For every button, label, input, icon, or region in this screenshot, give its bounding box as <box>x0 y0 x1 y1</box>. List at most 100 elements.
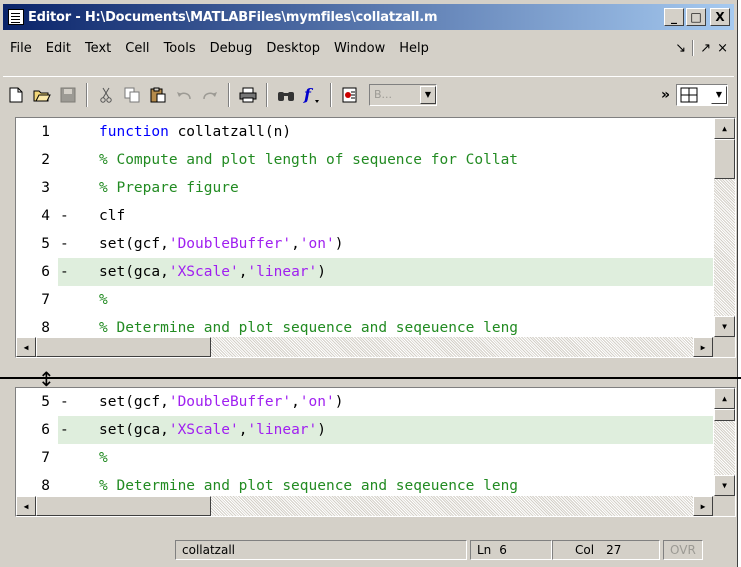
breakpoint-marker[interactable]: - <box>60 202 69 230</box>
scroll-left-button[interactable]: ◀ <box>16 337 36 357</box>
undo-icon[interactable] <box>171 82 197 108</box>
scroll-down-button[interactable]: ▼ <box>714 316 735 337</box>
breakpoint-marker[interactable]: - <box>60 258 69 286</box>
code-line[interactable]: 6- set(gca,'XScale','linear') <box>16 258 713 286</box>
code-token: ) <box>334 236 344 252</box>
code-line[interactable]: 7% <box>16 444 713 472</box>
scroll-down-button[interactable]: ▼ <box>714 475 735 496</box>
vertical-scrollbar[interactable]: ▲ ▼ <box>714 118 735 337</box>
menu-cell[interactable]: Cell <box>118 41 156 56</box>
code-lines[interactable]: 5- set(gcf,'DoubleBuffer','on') 6- set(gca,… <box>16 388 713 496</box>
code-token: 'linear' <box>247 264 318 280</box>
scroll-thumb[interactable] <box>36 496 211 516</box>
scroll-right-button[interactable]: ▶ <box>693 337 713 357</box>
horizontal-scrollbar[interactable]: ◀ ▶ <box>16 337 713 357</box>
open-icon[interactable] <box>29 82 55 108</box>
line-number: 8 <box>41 478 50 494</box>
toolbar-overflow[interactable]: » <box>661 87 670 103</box>
chevron-down-icon[interactable]: ▼ <box>711 85 727 104</box>
code-line[interactable]: 6- set(gca,'XScale','linear') <box>16 416 713 444</box>
menu-debug[interactable]: Debug <box>203 41 260 56</box>
code-text[interactable]: clf <box>99 202 125 230</box>
menu-edit[interactable]: Edit <box>39 41 78 56</box>
code-text[interactable]: % Compute and plot length of sequence fo… <box>99 146 518 174</box>
line-number: 2 <box>41 152 50 168</box>
new-file-icon[interactable] <box>3 82 29 108</box>
title-bar[interactable]: Editor - H:\Documents\MATLABFiles\mymfil… <box>3 4 734 30</box>
code-text[interactable]: set(gcf,'DoubleBuffer','on') <box>99 230 343 258</box>
menu-desktop[interactable]: Desktop <box>259 41 327 56</box>
editor-app-icon[interactable] <box>8 9 24 25</box>
print-icon[interactable] <box>235 82 261 108</box>
scroll-up-button[interactable]: ▲ <box>714 118 735 139</box>
copy-icon[interactable] <box>119 82 145 108</box>
menu-file[interactable]: File <box>3 41 39 56</box>
menu-tools[interactable]: Tools <box>157 41 203 56</box>
code-text[interactable]: % <box>99 286 108 314</box>
stack-combo[interactable]: B... ▼ <box>369 83 437 106</box>
breakpoint-marker[interactable]: - <box>60 416 69 444</box>
paste-icon[interactable] <box>145 82 171 108</box>
undock-arrow-icon[interactable]: ↗ <box>700 41 711 56</box>
close-button[interactable]: X <box>710 8 730 26</box>
code-line[interactable]: 2 % Compute and plot length of sequence f… <box>16 146 713 174</box>
line-number: 3 <box>41 180 50 196</box>
code-text[interactable]: set(gcf,'DoubleBuffer','on') <box>99 388 343 416</box>
status-line: Ln 6 <box>470 540 552 560</box>
menu-text[interactable]: Text <box>78 41 118 56</box>
find-icon[interactable] <box>273 82 299 108</box>
save-icon[interactable] <box>55 82 81 108</box>
breakpoint-icon[interactable] <box>337 82 363 108</box>
code-line[interactable]: 4- clf <box>16 202 713 230</box>
scroll-left-button[interactable]: ◀ <box>16 496 36 516</box>
menu-window[interactable]: Window <box>327 41 392 56</box>
close-document-icon[interactable]: × <box>717 41 728 56</box>
code-line[interactable]: 5- set(gcf,'DoubleBuffer','on') <box>16 230 713 258</box>
dock-arrow-icon[interactable]: ↘ <box>675 41 686 56</box>
vertical-scrollbar[interactable]: ▲ ▼ <box>714 388 735 496</box>
scroll-corner <box>713 337 735 357</box>
line-number: 5 <box>41 236 50 252</box>
redo-icon[interactable] <box>197 82 223 108</box>
cut-icon[interactable] <box>93 82 119 108</box>
code-token: ) <box>317 264 326 280</box>
code-line[interactable]: 8 % Determine and plot sequence and seqeu… <box>16 472 713 496</box>
scroll-thumb[interactable] <box>36 337 211 357</box>
code-line[interactable]: 7% <box>16 286 713 314</box>
status-overwrite: OVR <box>663 540 703 560</box>
line-value: 6 <box>499 543 507 557</box>
menu-help[interactable]: Help <box>392 41 436 56</box>
status-column: Col 27 <box>552 540 660 560</box>
code-text[interactable]: function collatzall(n) <box>99 118 291 146</box>
layout-selector[interactable]: ▼ <box>676 83 728 106</box>
code-text[interactable]: % Prepare figure <box>99 174 239 202</box>
code-line[interactable]: 3 % Prepare figure <box>16 174 713 202</box>
code-lines[interactable]: 1 function collatzall(n) 2 % Compute and pl… <box>16 118 713 337</box>
code-text[interactable]: set(gca,'XScale','linear') <box>99 258 326 286</box>
editor-pane-bottom[interactable]: 5- set(gcf,'DoubleBuffer','on') 6- set(gca,… <box>15 387 736 517</box>
scroll-thumb[interactable] <box>714 139 735 179</box>
split-divider[interactable] <box>0 377 741 379</box>
code-line[interactable]: 5- set(gcf,'DoubleBuffer','on') <box>16 388 713 416</box>
minimize-button[interactable]: _ <box>664 8 684 26</box>
chevron-down-icon[interactable]: ▼ <box>420 85 436 104</box>
scroll-up-button[interactable]: ▲ <box>714 388 735 409</box>
line-number: 6 <box>41 422 50 438</box>
breakpoint-marker[interactable]: - <box>60 388 69 416</box>
code-line[interactable]: 8 % Determine and plot sequence and seqeu… <box>16 314 713 337</box>
breakpoint-marker[interactable]: - <box>60 230 69 258</box>
function-icon[interactable]: f <box>299 82 325 108</box>
maximize-button[interactable]: □ <box>686 8 706 26</box>
code-line[interactable]: 1 function collatzall(n) <box>16 118 713 146</box>
editor-pane-top[interactable]: 1 function collatzall(n) 2 % Compute and pl… <box>15 117 736 358</box>
code-text[interactable]: % <box>99 444 108 472</box>
code-text[interactable]: % Determine and plot sequence and seqeue… <box>99 314 518 337</box>
toolbar-separator <box>266 82 268 107</box>
scroll-corner <box>713 496 735 516</box>
scroll-right-button[interactable]: ▶ <box>693 496 713 516</box>
horizontal-scrollbar[interactable]: ◀ ▶ <box>16 496 713 516</box>
code-text[interactable]: % Determine and plot sequence and seqeue… <box>99 472 518 496</box>
code-token: set(gca, <box>99 264 169 280</box>
scroll-thumb[interactable] <box>714 409 735 421</box>
code-text[interactable]: set(gca,'XScale','linear') <box>99 416 326 444</box>
